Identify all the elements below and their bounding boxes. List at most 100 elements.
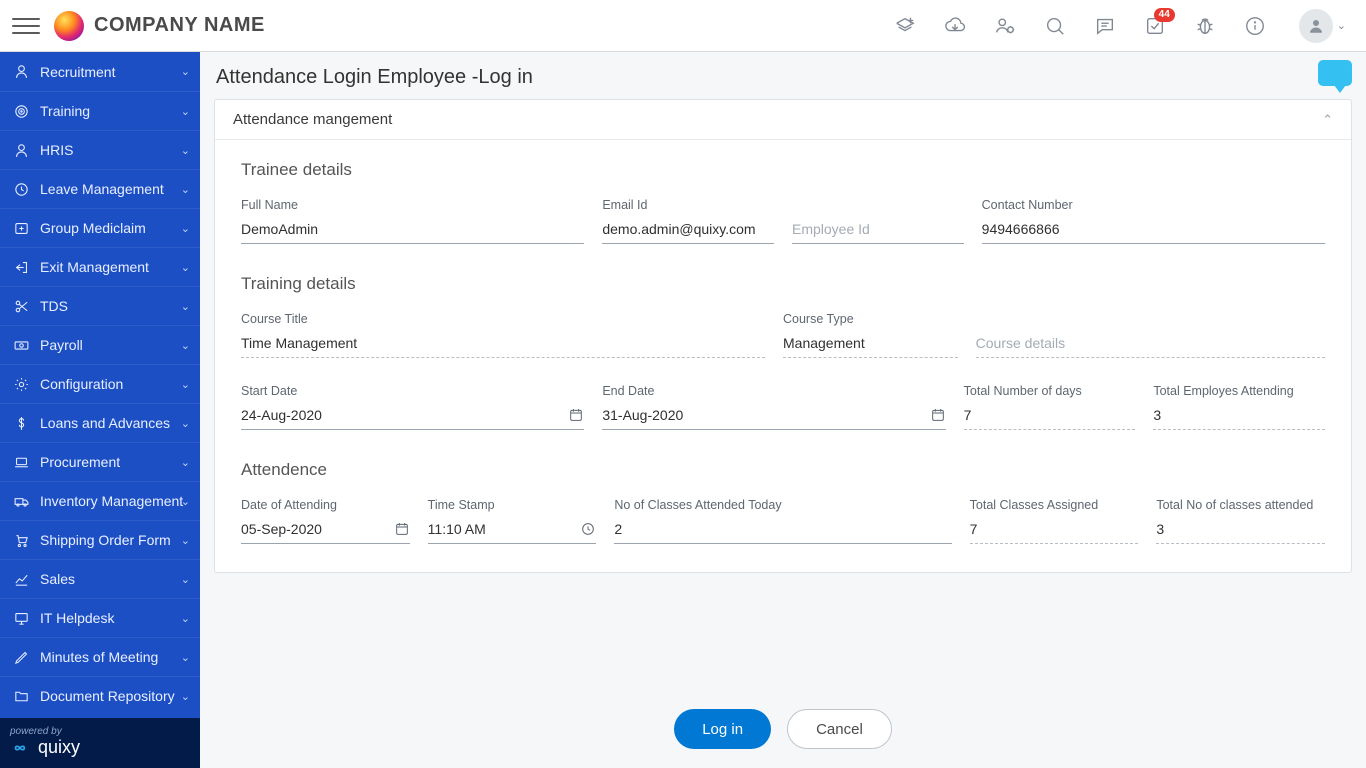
sidebar-item-label: IT Helpdesk	[40, 610, 114, 626]
sidebar-item-configuration[interactable]: Configuration ⌄	[0, 364, 200, 403]
sidebar-item-inventory[interactable]: Inventory Management ⌄	[0, 481, 200, 520]
sidebar-item-training[interactable]: Training ⌄	[0, 91, 200, 130]
date-attending-input[interactable]: 05-Sep-2020	[241, 516, 410, 544]
sidebar-item-label: TDS	[40, 298, 68, 314]
employee-id-input[interactable]: Employee Id	[792, 216, 964, 244]
email-input[interactable]: demo.admin@quixy.com	[602, 216, 774, 244]
dollar-icon	[10, 415, 32, 432]
classes-today-input[interactable]: 2	[614, 516, 951, 544]
chevron-down-icon: ⌄	[1337, 19, 1346, 32]
chevron-down-icon: ⌄	[181, 534, 190, 547]
clock-icon	[580, 521, 596, 537]
field-end-date: End Date 31-Aug-2020	[602, 384, 945, 430]
field-contact: Contact Number 9494666866	[982, 198, 1325, 244]
total-emp-input[interactable]: 3	[1153, 402, 1325, 430]
field-course-title: Course Title Time Management	[241, 312, 765, 358]
sidebar-item-shipping[interactable]: Shipping Order Form ⌄	[0, 520, 200, 559]
sidebar-item-label: Inventory Management	[40, 493, 183, 509]
cash-icon	[10, 337, 32, 354]
bug-icon[interactable]	[1193, 14, 1217, 38]
chevron-down-icon: ⌄	[181, 456, 190, 469]
chevron-down-icon: ⌄	[181, 105, 190, 118]
chevron-down-icon: ⌄	[181, 339, 190, 352]
panel-title: Attendance mangement	[233, 111, 392, 128]
course-type-input[interactable]: Management	[783, 330, 958, 358]
sidebar-item-hris[interactable]: HRIS ⌄	[0, 130, 200, 169]
contact-input[interactable]: 9494666866	[982, 216, 1325, 244]
sidebar-item-mediclaim[interactable]: Group Mediclaim ⌄	[0, 208, 200, 247]
panel-header[interactable]: Attendance mangement ⌃	[215, 100, 1351, 140]
sidebar-item-label: Payroll	[40, 337, 83, 353]
sidebar-item-loans[interactable]: Loans and Advances ⌄	[0, 403, 200, 442]
sidebar-item-label: Configuration	[40, 376, 123, 392]
brand-label: quixy	[38, 737, 80, 758]
action-bar: Log in Cancel	[200, 690, 1366, 768]
sidebar: Recruitment ⌄ Training ⌄ HRIS ⌄ Leave Ma…	[0, 52, 200, 768]
chevron-down-icon: ⌄	[181, 495, 190, 508]
chevron-down-icon: ⌄	[181, 183, 190, 196]
field-date-attending: Date of Attending 05-Sep-2020	[241, 498, 410, 544]
tasks-icon[interactable]: 44	[1143, 14, 1167, 38]
field-total-assigned: Total Classes Assigned 7	[970, 498, 1139, 544]
chevron-down-icon: ⌄	[181, 378, 190, 391]
attendance-panel: Attendance mangement ⌃ Trainee details F…	[214, 99, 1352, 573]
total-days-input[interactable]: 7	[964, 402, 1136, 430]
course-title-input[interactable]: Time Management	[241, 330, 765, 358]
full-name-input[interactable]: DemoAdmin	[241, 216, 584, 244]
calendar-icon	[930, 407, 946, 423]
powered-by-label: powered by	[10, 726, 190, 737]
sidebar-item-label: Minutes of Meeting	[40, 649, 158, 665]
hamburger-menu[interactable]	[12, 12, 40, 40]
course-details-input[interactable]: Course details	[976, 330, 1325, 358]
chevron-down-icon: ⌄	[181, 65, 190, 78]
chat-widget[interactable]	[1318, 60, 1352, 86]
sidebar-item-label: Exit Management	[40, 259, 149, 275]
end-date-input[interactable]: 31-Aug-2020	[602, 402, 945, 430]
sidebar-item-docrepo[interactable]: Document Repository ⌄	[0, 676, 200, 715]
sidebar-item-helpdesk[interactable]: IT Helpdesk ⌄	[0, 598, 200, 637]
monitor-icon	[10, 610, 32, 627]
total-assigned-input[interactable]: 7	[970, 516, 1139, 544]
laptop-icon	[10, 454, 32, 471]
sidebar-item-exit[interactable]: Exit Management ⌄	[0, 247, 200, 286]
pen-icon	[10, 649, 32, 666]
sidebar-item-label: Recruitment	[40, 64, 115, 80]
company-name: COMPANY NAME	[94, 14, 265, 37]
sidebar-item-minutes[interactable]: Minutes of Meeting ⌄	[0, 637, 200, 676]
section-attendance-title: Attendence	[241, 460, 1325, 480]
sidebar-item-payroll[interactable]: Payroll ⌄	[0, 325, 200, 364]
time-stamp-input[interactable]: 11:10 AM	[428, 516, 597, 544]
cart-icon	[10, 532, 32, 549]
sidebar-item-procurement[interactable]: Procurement ⌄	[0, 442, 200, 481]
scissors-icon	[10, 298, 32, 315]
sidebar-item-label: Loans and Advances	[40, 415, 170, 431]
cloud-download-icon[interactable]	[943, 14, 967, 38]
chevron-down-icon: ⌄	[181, 690, 190, 703]
login-button[interactable]: Log in	[674, 709, 771, 749]
content-area: Attendance Login Employee -Log in Attend…	[200, 52, 1366, 768]
sidebar-item-recruitment[interactable]: Recruitment ⌄	[0, 52, 200, 91]
start-date-input[interactable]: 24-Aug-2020	[241, 402, 584, 430]
company-logo	[54, 11, 84, 41]
chat-icon[interactable]	[1093, 14, 1117, 38]
sidebar-item-label: Document Repository	[40, 688, 175, 704]
layers-icon[interactable]	[893, 14, 917, 38]
sidebar-item-leave[interactable]: Leave Management ⌄	[0, 169, 200, 208]
sidebar-item-label: Shipping Order Form	[40, 532, 171, 548]
user-avatar[interactable]: ⌄	[1299, 9, 1346, 43]
info-icon[interactable]	[1243, 14, 1267, 38]
truck-icon	[10, 493, 32, 510]
target-icon	[10, 103, 32, 120]
cancel-button[interactable]: Cancel	[787, 709, 892, 749]
total-attended-input[interactable]: 3	[1156, 516, 1325, 544]
search-icon[interactable]	[1043, 14, 1067, 38]
field-course-details: Course details	[976, 312, 1325, 358]
sidebar-item-tds[interactable]: TDS ⌄	[0, 286, 200, 325]
header-actions: 44 ⌄	[893, 9, 1354, 43]
medical-icon	[10, 220, 32, 237]
user-settings-icon[interactable]	[993, 14, 1017, 38]
exit-icon	[10, 259, 32, 276]
chevron-down-icon: ⌄	[181, 417, 190, 430]
sidebar-item-sales[interactable]: Sales ⌄	[0, 559, 200, 598]
field-total-emp: Total Employes Attending 3	[1153, 384, 1325, 430]
